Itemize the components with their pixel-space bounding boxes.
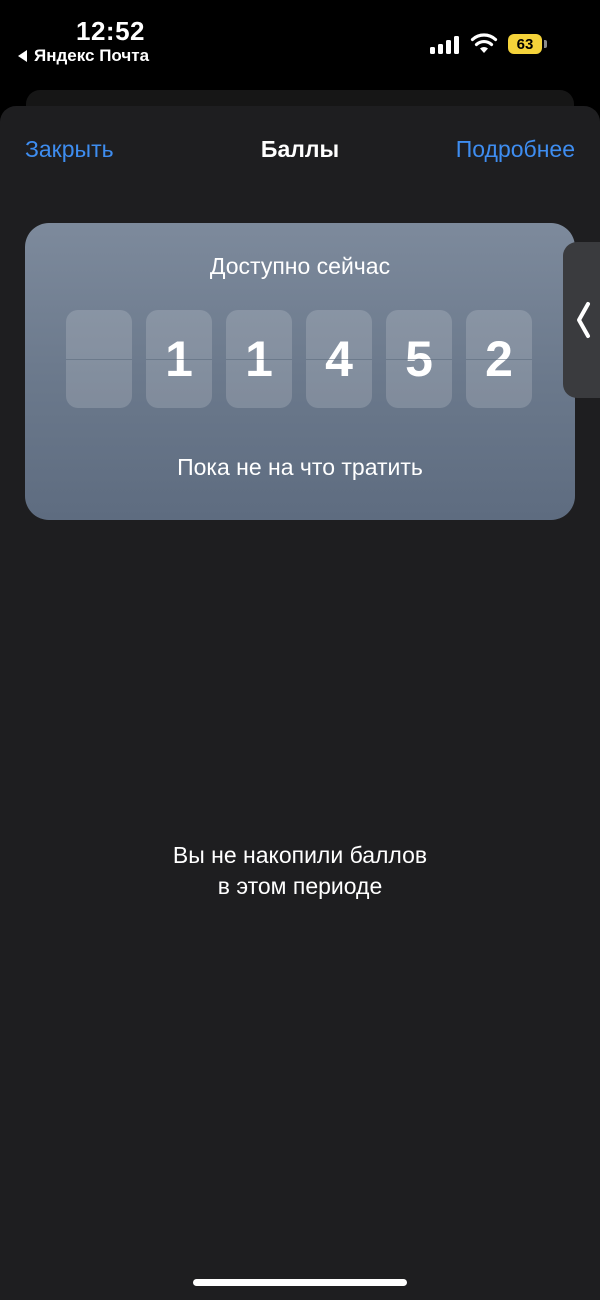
home-indicator[interactable] bbox=[193, 1279, 407, 1286]
status-bar: 12:52 Яндекс Почта 63 bbox=[0, 0, 600, 80]
points-card: Доступно сейчас 1 1 4 5 2 Пока не на что… bbox=[25, 223, 575, 520]
digit-cell bbox=[66, 310, 132, 408]
close-button[interactable]: Закрыть bbox=[25, 136, 114, 163]
empty-state-line-1: Вы не накопили баллов bbox=[172, 842, 428, 868]
points-counter: 1 1 4 5 2 bbox=[66, 310, 532, 408]
back-arrow-icon bbox=[18, 50, 27, 62]
back-to-app-link[interactable]: Яндекс Почта bbox=[18, 46, 149, 66]
available-now-label: Доступно сейчас bbox=[209, 253, 391, 279]
status-time: 12:52 bbox=[76, 16, 145, 46]
nothing-to-spend-note: Пока не на что тратить bbox=[177, 454, 423, 480]
back-app-label: Яндекс Почта bbox=[34, 46, 150, 65]
signal-icon bbox=[430, 34, 462, 54]
details-button[interactable]: Подробнее bbox=[456, 136, 575, 163]
chevron-left-icon[interactable] bbox=[574, 300, 592, 340]
digit-cell: 4 bbox=[306, 310, 372, 408]
digit-cell: 1 bbox=[226, 310, 292, 408]
wifi-icon bbox=[470, 33, 498, 53]
empty-state-line-2: в этом периоде bbox=[217, 873, 383, 899]
digit-cell: 2 bbox=[466, 310, 532, 408]
battery-cap bbox=[544, 40, 547, 48]
digit-cell: 5 bbox=[386, 310, 452, 408]
empty-state-message: Вы не накопили баллов в этом периоде bbox=[0, 840, 600, 902]
battery-icon: 63 bbox=[508, 34, 542, 54]
digit-cell: 1 bbox=[146, 310, 212, 408]
